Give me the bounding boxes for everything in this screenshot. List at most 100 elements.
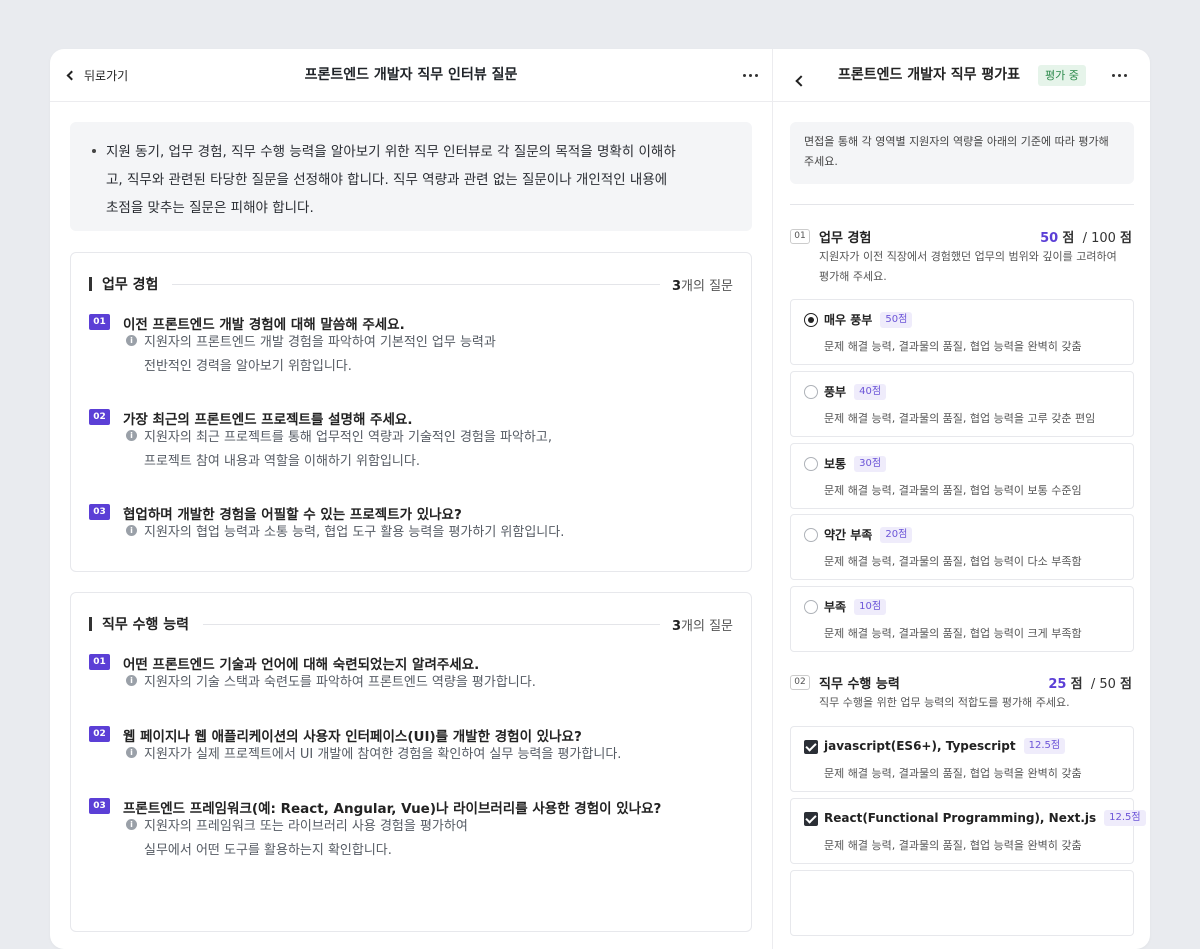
info-icon: i	[126, 430, 137, 441]
back-button[interactable]: 뒤로가기	[66, 49, 129, 102]
chevron-left-icon	[795, 75, 807, 87]
info-icon: i	[126, 819, 137, 830]
question-purpose: 지원자가 실제 프로젝트에서 UI 개발에 참여한 경험을 확인하여 실무 능력…	[144, 747, 622, 762]
section-header: 업무 경험 3개의 질문	[89, 273, 733, 295]
question-number-badge: 03	[89, 798, 110, 814]
criterion-number: 01	[790, 229, 810, 244]
question-section-work-experience: 업무 경험 3개의 질문 01 이전 프론트엔드 개발 경험에 대해 말씀해 주…	[70, 252, 752, 572]
criterion-score: 25 점 / 50 점	[1048, 677, 1132, 692]
rating-option-very-rich[interactable]: 매우 풍부 50점 문제 해결 능력, 결과물의 품질, 협업 능력을 완벽히 갖…	[790, 299, 1134, 365]
option-description: 문제 해결 능력, 결과물의 품질, 협업 능력이 다소 부족함	[824, 555, 1082, 568]
question-number-badge: 03	[89, 504, 110, 520]
radio-icon[interactable]	[804, 385, 818, 399]
option-label: 약간 부족	[824, 528, 873, 542]
points-badge: 50점	[880, 311, 913, 328]
criterion-score: 50 점 / 100 점	[1040, 231, 1132, 246]
option-label: 부족	[824, 600, 847, 614]
points-badge: 12.5점	[1023, 738, 1066, 754]
back-label: 뒤로가기	[84, 69, 129, 83]
info-icon: i	[126, 747, 137, 758]
section-title: 직무 수행 능력	[102, 617, 190, 633]
question-text: 가장 최근의 프론트엔드 프로젝트를 설명해 주세요.	[123, 412, 413, 428]
points-badge: 40점	[854, 383, 887, 400]
criterion-title: 직무 수행 능력	[819, 677, 900, 692]
criterion-number: 02	[790, 675, 810, 690]
interview-guide: 지원 동기, 업무 경험, 직무 수행 능력을 알아보기 위한 직무 인터뷰로 …	[70, 122, 752, 231]
page-title: 프론트엔드 개발자 직무 인터뷰 질문	[304, 67, 518, 83]
evaluation-sheet-pane: 프론트엔드 개발자 직무 평가표 평가 중 면접을 통해 각 영역별 지원자의 …	[772, 49, 1150, 949]
question-count: 3개의 질문	[671, 618, 733, 634]
section-header: 직무 수행 능력 3개의 질문	[89, 613, 733, 635]
info-icon: i	[126, 335, 137, 346]
criterion-description: 지원자가 이전 직장에서 경험했던 업무의 범위와 깊이를 고려하여 평가해 주…	[819, 250, 1117, 283]
rating-option-somewhat-lacking[interactable]: 약간 부족 20점 문제 해결 능력, 결과물의 품질, 협업 능력이 다소 부족…	[790, 514, 1134, 580]
question-count: 3개의 질문	[671, 278, 733, 294]
question-text: 프론트엔드 프레임워크(예: React, Angular, Vue)나 라이브…	[123, 801, 662, 817]
checkbox-checked-icon[interactable]	[804, 740, 818, 754]
rating-option-lacking[interactable]: 부족 10점 문제 해결 능력, 결과물의 품질, 협업 능력이 크게 부족함	[790, 586, 1134, 652]
option-description: 문제 해결 능력, 결과물의 품질, 협업 능력을 완벽히 갖춤	[824, 767, 1082, 780]
option-description: 문제 해결 능력, 결과물의 품질, 협업 능력을 완벽히 갖춤	[824, 839, 1082, 852]
section-title: 업무 경험	[102, 277, 159, 293]
rating-option-average[interactable]: 보통 30점 문제 해결 능력, 결과물의 품질, 협업 능력이 보통 수준임	[790, 443, 1134, 509]
bullet-icon	[92, 149, 96, 153]
question-number-badge: 01	[89, 314, 110, 330]
more-options-icon[interactable]	[1112, 49, 1127, 102]
question-number-badge: 02	[89, 409, 110, 425]
criterion-description: 직무 수행을 위한 업무 능력의 적합도를 평가해 주세요.	[819, 696, 1070, 709]
question-purpose: 지원자의 최근 프로젝트를 통해 업무적인 역량과 기술적인 경험을 파악하고,…	[144, 430, 552, 469]
interview-header: 뒤로가기 프론트엔드 개발자 직무 인터뷰 질문	[50, 49, 772, 102]
option-label: javascript(ES6+), Typescript	[824, 739, 1016, 753]
question-purpose: 지원자의 프론트엔드 개발 경험을 파악하여 기본적인 업무 능력과 전반적인 …	[144, 335, 496, 374]
option-label: 풍부	[824, 385, 847, 399]
section-bar	[89, 277, 92, 291]
option-label: 매우 풍부	[824, 313, 873, 327]
question-purpose: 지원자의 기술 스택과 숙련도를 파악하여 프론트엔드 역량을 평가합니다.	[144, 675, 536, 690]
info-icon: i	[126, 675, 137, 686]
skill-option-react[interactable]: React(Functional Programming), Next.js 12…	[790, 798, 1146, 864]
skill-option-javascript[interactable]: javascript(ES6+), Typescript 12.5점 문제 해결 …	[790, 726, 1134, 792]
question-purpose: 지원자의 프레임워크 또는 라이브러리 사용 경험을 평가하여 실무에서 어떤 …	[144, 819, 468, 858]
radio-icon[interactable]	[804, 600, 818, 614]
question-purpose: 지원자의 협업 능력과 소통 능력, 협업 도구 활용 능력을 평가하기 위함입…	[144, 525, 565, 540]
section-bar	[89, 617, 92, 631]
radio-icon[interactable]	[804, 457, 818, 471]
option-description: 문제 해결 능력, 결과물의 품질, 협업 능력을 완벽히 갖춤	[824, 340, 1082, 353]
interview-questions-pane: 뒤로가기 프론트엔드 개발자 직무 인터뷰 질문 지원 동기, 업무 경험, 직…	[50, 49, 772, 949]
question-number-badge: 01	[89, 654, 110, 670]
question-text: 웹 페이지나 웹 애플리케이션의 사용자 인터페이스(UI)를 개발한 경험이 …	[123, 729, 582, 745]
points-badge: 12.5점	[1104, 810, 1146, 826]
status-badge: 평가 중	[1038, 65, 1086, 86]
chevron-left-icon	[66, 70, 77, 81]
divider	[172, 283, 660, 285]
divider	[203, 623, 660, 625]
question-text: 협업하며 개발한 경험을 어필할 수 있는 프로젝트가 있나요?	[123, 507, 462, 523]
radio-icon[interactable]	[804, 528, 818, 542]
question-section-job-performance: 직무 수행 능력 3개의 질문 01 어떤 프론트엔드 기술과 언어에 대해 숙…	[70, 592, 752, 932]
info-icon: i	[126, 525, 137, 536]
criterion-title: 업무 경험	[819, 231, 872, 246]
main-card: 뒤로가기 프론트엔드 개발자 직무 인터뷰 질문 지원 동기, 업무 경험, 직…	[50, 49, 1150, 949]
question-text: 어떤 프론트엔드 기술과 언어에 대해 숙련되었는지 알려주세요.	[123, 657, 480, 673]
points-badge: 20점	[880, 526, 913, 543]
option-description: 문제 해결 능력, 결과물의 품질, 협업 능력을 고루 갖춘 편임	[824, 412, 1096, 425]
question-text: 이전 프론트엔드 개발 경험에 대해 말씀해 주세요.	[123, 317, 405, 333]
points-badge: 30점	[854, 455, 887, 472]
radio-selected-icon[interactable]	[804, 313, 818, 327]
rating-option-rich[interactable]: 풍부 40점 문제 해결 능력, 결과물의 품질, 협업 능력을 고루 갖춘 편임	[790, 371, 1134, 437]
guide-line: 지원 동기, 업무 경험, 직무 수행 능력을 알아보기 위한 직무 인터뷰로 …	[106, 144, 676, 160]
option-description: 문제 해결 능력, 결과물의 품질, 협업 능력이 크게 부족함	[824, 627, 1082, 640]
divider	[790, 204, 1134, 205]
guide-line: 초점을 맞추는 질문은 피해야 합니다.	[106, 200, 314, 216]
evaluation-title: 프론트엔드 개발자 직무 평가표	[838, 67, 1021, 83]
checkbox-checked-icon[interactable]	[804, 812, 818, 826]
back-button[interactable]	[795, 70, 809, 87]
evaluation-header: 프론트엔드 개발자 직무 평가표 평가 중	[773, 49, 1150, 102]
option-label: 보통	[824, 457, 847, 471]
more-options-icon[interactable]	[743, 49, 758, 102]
evaluation-guide: 면접을 통해 각 영역별 지원자의 역량을 아래의 기준에 따라 평가해 주세요…	[790, 122, 1134, 184]
points-badge: 10점	[854, 598, 887, 615]
option-label: React(Functional Programming), Next.js	[824, 811, 1097, 825]
option-description: 문제 해결 능력, 결과물의 품질, 협업 능력이 보통 수준임	[824, 484, 1082, 497]
question-number-badge: 02	[89, 726, 110, 742]
